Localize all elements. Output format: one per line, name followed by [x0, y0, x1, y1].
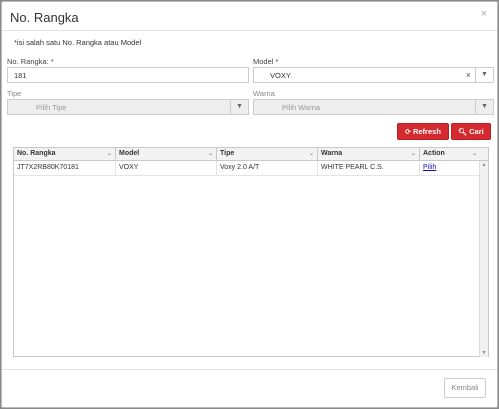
tipe-label: Tipe	[7, 89, 22, 98]
chevron-down-icon: ⌄	[471, 151, 477, 157]
chevron-down-icon: ⌄	[207, 151, 213, 157]
modal-footer-divider	[2, 369, 497, 370]
pilih-link[interactable]: Pilih	[423, 164, 436, 171]
warna-select[interactable]: Pilih Warna ▼	[253, 99, 494, 115]
warna-placeholder: Pilih Warna	[282, 103, 321, 112]
scroll-down-icon[interactable]: ▼	[480, 349, 488, 357]
warna-label: Warna	[253, 89, 275, 98]
results-grid: No. Rangka ⌄ Model ⌄ Tipe ⌄ Warna ⌄ Action ⌄ …	[13, 147, 489, 357]
modal-title: No. Rangka	[10, 10, 79, 25]
model-selected-value: VOXY	[270, 71, 291, 80]
tipe-select[interactable]: Pilih Tipe ▼	[7, 99, 249, 115]
column-header-model[interactable]: Model ⌄	[116, 148, 217, 160]
cell-warna: WHITE PEARL C.S.	[318, 161, 420, 175]
search-icon: 🔍︎	[458, 129, 468, 136]
chevron-down-icon[interactable]: ▼	[475, 100, 493, 114]
vehicle-search-modal: No. Rangka × *isi salah satu No. Rangka …	[1, 1, 498, 408]
chevron-down-icon: ⌄	[106, 151, 112, 157]
chevron-down-icon: ⌄	[308, 151, 314, 157]
column-header-action[interactable]: Action ⌄	[420, 148, 480, 160]
column-header-no-rangka[interactable]: No. Rangka ⌄	[14, 148, 116, 160]
grid-scrollbar[interactable]: ▲ ▼	[479, 161, 488, 357]
refresh-icon: ⟳	[405, 129, 411, 136]
column-header-warna[interactable]: Warna ⌄	[318, 148, 420, 160]
kembali-button[interactable]: Kembali	[444, 378, 486, 398]
chevron-down-icon[interactable]: ▼	[475, 68, 493, 82]
no-rangka-label: No. Rangka: *	[7, 57, 54, 66]
chevron-down-icon[interactable]: ▼	[230, 100, 248, 114]
grid-header: No. Rangka ⌄ Model ⌄ Tipe ⌄ Warna ⌄ Action ⌄	[14, 148, 488, 161]
tipe-placeholder: Pilih Tipe	[36, 103, 67, 112]
cari-button[interactable]: 🔍︎ Cari	[451, 123, 491, 140]
cari-label: Cari	[469, 127, 484, 136]
column-header-tipe[interactable]: Tipe ⌄	[217, 148, 318, 160]
no-rangka-input[interactable]: 181	[7, 67, 249, 83]
model-select[interactable]: VOXY × ▼	[253, 67, 494, 83]
cell-model: VOXY	[116, 161, 217, 175]
hint-note: *isi salah satu No. Rangka atau Model	[14, 38, 142, 47]
scroll-up-icon[interactable]: ▲	[480, 161, 488, 169]
model-label: Model *	[253, 57, 279, 66]
cell-tipe: Voxy 2.0 A/T	[217, 161, 318, 175]
cell-action: Pilih	[420, 161, 479, 175]
table-row[interactable]: JT7X2RB80K70181 VOXY Voxy 2.0 A/T WHITE …	[14, 161, 479, 176]
cell-no-rangka: JT7X2RB80K70181	[14, 161, 116, 175]
refresh-button[interactable]: ⟳ Refresh	[397, 123, 449, 140]
clear-icon[interactable]: ×	[466, 70, 471, 80]
chevron-down-icon: ⌄	[410, 151, 416, 157]
close-icon[interactable]: ×	[481, 8, 487, 20]
modal-header: No. Rangka ×	[2, 2, 497, 31]
refresh-label: Refresh	[412, 127, 441, 136]
